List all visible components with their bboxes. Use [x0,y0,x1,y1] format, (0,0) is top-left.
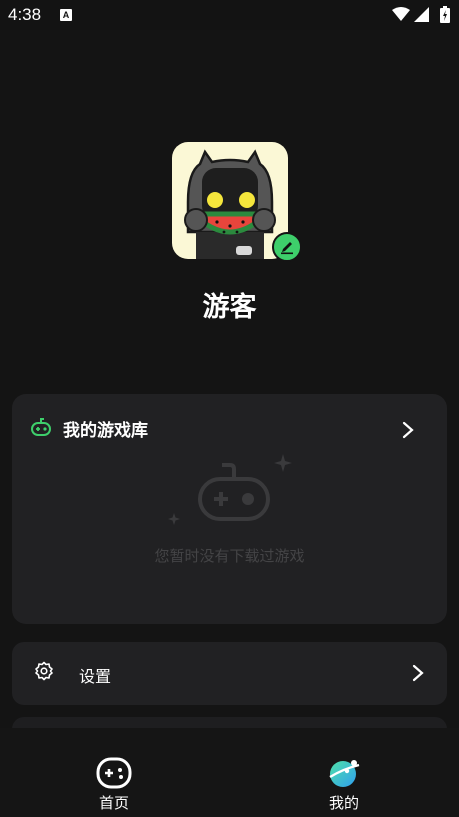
gamepad-icon [31,418,51,436]
empty-library-text: 您暂时没有下载过游戏 [154,547,305,565]
watermelon-robot-avatar [184,149,276,259]
gamepad-home-icon [96,757,132,789]
chevron-right-icon[interactable] [402,421,414,439]
signal-icon [414,7,429,22]
empty-gamepad-icon [168,454,292,525]
settings-label: 设置 [79,667,112,686]
bottom-nav: 首页 我的 [0,728,459,817]
edit-avatar-button[interactable] [272,232,302,262]
planet-profile-icon [329,760,360,787]
a-letter-icon: A [60,9,72,21]
gear-icon [35,661,53,681]
nav-item-home[interactable]: 首页 [54,728,174,817]
nav-label-home: 首页 [98,794,129,812]
nav-item-mine[interactable]: 我的 [284,728,404,817]
avatar[interactable] [172,142,288,259]
chevron-right-icon[interactable] [412,664,424,682]
pencil-icon [281,242,293,255]
username: 游客 [202,292,257,323]
game-library-card[interactable]: 我的游戏库 您暂时没有下载过游戏 [12,394,447,624]
status-bar: 4:38 A [0,0,459,30]
settings-row[interactable]: 设置 [12,642,447,705]
nav-label-mine: 我的 [328,794,359,812]
wifi-icon [392,7,410,21]
library-title: 我的游戏库 [63,421,148,441]
status-time: 4:38 [8,5,42,24]
battery-charging-icon [440,6,450,23]
